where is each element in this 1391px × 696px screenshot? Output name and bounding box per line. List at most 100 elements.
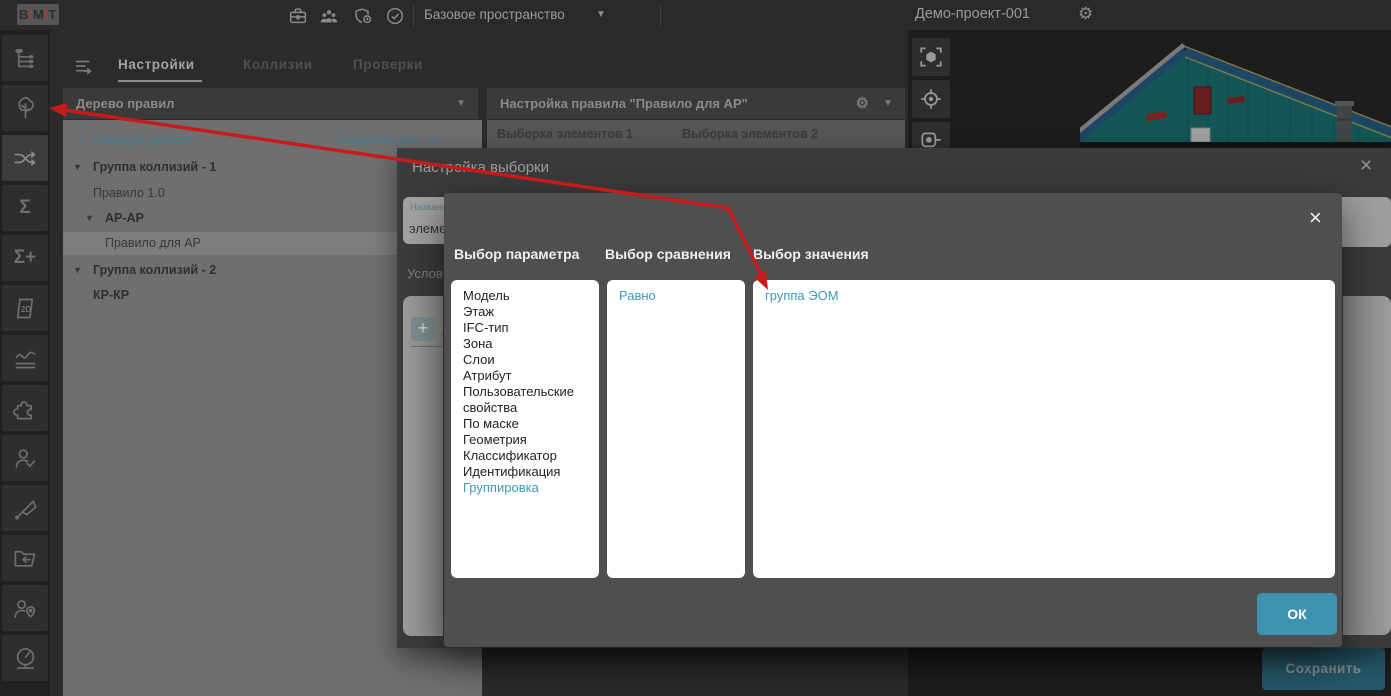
parameter-option[interactable]: По маске [463, 416, 587, 432]
collapse-triangle-icon[interactable]: ▾ [87, 207, 92, 230]
comparison-option-selected[interactable]: Равно [619, 288, 733, 304]
collapse-tree-button[interactable]: Свернуть дерево [73, 133, 192, 147]
sidebar-item-import[interactable] [2, 535, 48, 581]
add-condition-button[interactable]: + [411, 317, 435, 341]
parameter-option[interactable]: Идентификация [463, 464, 587, 480]
left-toolbar: Σ Σ+ 2D [0, 30, 50, 696]
sidebar-item-tree[interactable] [2, 85, 48, 131]
ok-button[interactable]: ОК [1257, 593, 1337, 635]
target-button[interactable] [912, 80, 950, 118]
parameter-option[interactable]: Этаж [463, 304, 587, 320]
chevron-down-icon[interactable]: ▼ [883, 88, 893, 119]
2d-sheet-icon: 2D [12, 295, 39, 322]
trend-chart-icon [12, 345, 39, 372]
value-option-selected[interactable]: группа ЭОМ [765, 288, 1323, 304]
sidebar-item-sum[interactable]: Σ [2, 185, 48, 231]
parameter-option[interactable]: IFC-тип [463, 320, 587, 336]
sidebar-item-2d[interactable]: 2D [2, 285, 48, 331]
parameter-option[interactable]: Классификатор [463, 448, 587, 464]
select-all-button[interactable]: Выделить всё [337, 133, 442, 147]
collapse-tree-label: Свернуть дерево [92, 133, 192, 147]
parameter-option[interactable]: Геометрия [463, 432, 587, 448]
tab-selection-2[interactable]: Выборка элементов 2 [682, 127, 818, 141]
shield-icon[interactable] [352, 5, 374, 27]
team-icon[interactable] [318, 5, 340, 27]
tab-selection-1[interactable]: Выборка элементов 1 [497, 127, 633, 141]
briefcase-icon[interactable] [287, 5, 309, 27]
save-button[interactable]: Сохранить [1262, 648, 1385, 690]
sidebar-item-plugins[interactable] [2, 385, 48, 431]
top-bar: BiMiT Базовое пространство ▼ Демо-проект… [0, 0, 1391, 30]
name-input-right-edge [1342, 197, 1391, 247]
section-tool-button[interactable] [912, 122, 950, 148]
fit-view-button[interactable] [912, 38, 950, 76]
shuffle-icon [12, 145, 39, 172]
person-pin-icon [12, 595, 39, 622]
sidebar-item-finishing[interactable] [2, 485, 48, 531]
rules-tree-header[interactable]: Дерево правил ▼ [63, 88, 478, 119]
name-input-value: элементы [409, 221, 444, 236]
sidebar-item-graphs[interactable] [2, 335, 48, 381]
sidebar-item-approvals[interactable] [2, 435, 48, 481]
parameter-option[interactable]: Атрибут [463, 368, 587, 384]
conditions-box: + Добавить [403, 296, 443, 636]
name-input[interactable]: Название элементы [403, 197, 444, 244]
tab-checks[interactable]: Проверки [353, 57, 423, 72]
tree-item-label: АР-АР [105, 207, 144, 230]
comparison-column-header: Выбор сравнения [605, 246, 731, 262]
tree-item-label: Группа коллизий - 2 [93, 259, 216, 282]
target-icon [918, 86, 944, 112]
collapse-triangle-icon[interactable]: ▾ [75, 259, 80, 282]
app-root: BiMiT Базовое пространство ▼ Демо-проект… [0, 0, 1391, 696]
double-check-icon [425, 133, 442, 146]
tree-item-label: КР-КР [93, 284, 129, 307]
gauge-icon [12, 645, 39, 672]
chevron-down-icon[interactable]: ▼ [596, 9, 606, 20]
puzzle-icon [12, 395, 39, 422]
comparison-listbox[interactable]: Равно [607, 280, 745, 578]
sidebar-item-structure[interactable] [2, 35, 48, 81]
sidebar-item-collisions[interactable] [2, 135, 48, 181]
select-all-label: Выделить всё [337, 133, 418, 147]
section-tool-icon [918, 129, 944, 148]
sidebar-item-inspector[interactable] [2, 585, 48, 631]
parameter-listbox[interactable]: Модель Этаж IFC-тип Зона Слои Атрибут По… [451, 280, 599, 578]
gear-icon[interactable]: ⚙ [1078, 4, 1093, 24]
input-underline [411, 346, 443, 347]
sidebar-item-sum-add[interactable]: Σ+ [2, 235, 48, 281]
collapse-triangle-icon[interactable]: ▾ [75, 156, 80, 179]
close-icon[interactable]: × [1360, 154, 1372, 178]
svg-text:2D: 2D [21, 304, 31, 313]
sidebar-item-dashboard[interactable] [2, 635, 48, 681]
parameter-option[interactable]: Слои [463, 352, 587, 368]
parameter-column-header: Выбор параметра [454, 246, 579, 262]
trowel-icon [12, 495, 39, 522]
focus-model-icon [918, 44, 944, 70]
close-icon[interactable]: × [1309, 205, 1322, 231]
value-picker-dialog: × Выбор параметра Выбор сравнения Выбор … [444, 193, 1342, 647]
tree-item-label: Правило 1.0 [93, 182, 165, 205]
add-condition-label: Добавить [441, 322, 443, 337]
parameter-option[interactable]: Пользовательские свойства [463, 384, 587, 416]
parameter-option-selected[interactable]: Группировка [463, 480, 587, 496]
name-input-label: Название [410, 202, 444, 213]
topbar-separator [660, 5, 661, 27]
parameter-option[interactable]: Зона [463, 336, 587, 352]
value-column-header: Выбор значения [753, 246, 869, 262]
tab-settings[interactable]: Настройки [118, 57, 195, 72]
tree-item-label: Правило для АР [105, 232, 201, 255]
up-down-chevrons-icon [73, 133, 86, 146]
tab-collisions[interactable]: Коллизии [243, 57, 313, 72]
sigma-icon: Σ [19, 197, 30, 219]
check-circle-icon[interactable] [384, 5, 406, 27]
rule-settings-header-label: Настройка правила "Правило для АР" [500, 96, 748, 111]
person-check-icon [12, 445, 39, 472]
workspace-selector[interactable]: Базовое пространство [424, 7, 565, 22]
chevron-down-icon[interactable]: ▼ [456, 88, 466, 119]
rule-settings-header[interactable]: Настройка правила "Правило для АР" ⚙ ▼ [487, 88, 905, 119]
value-listbox[interactable]: группа ЭОМ [753, 280, 1335, 578]
parameter-option[interactable]: Модель [463, 288, 587, 304]
gear-icon[interactable]: ⚙ [856, 88, 869, 119]
active-tab-underline [118, 80, 202, 82]
collapse-panel-icon[interactable] [73, 56, 95, 78]
